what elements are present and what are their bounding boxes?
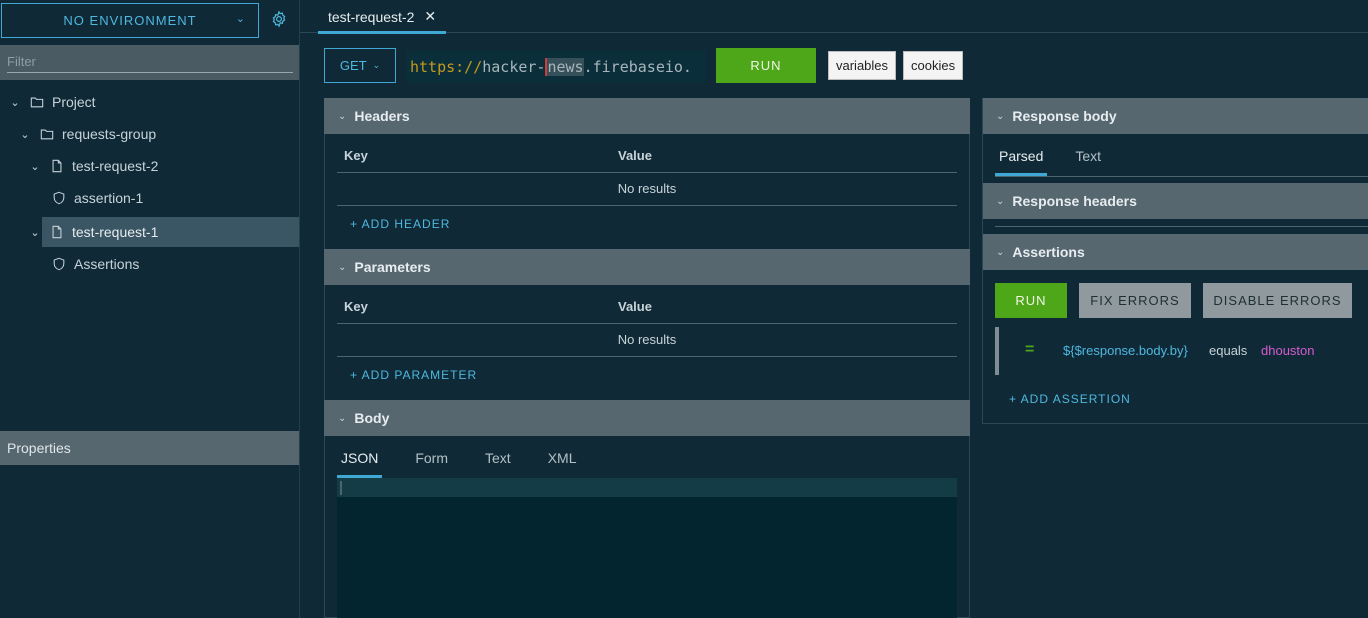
tab-parsed[interactable]: Parsed: [995, 148, 1048, 176]
tab-json[interactable]: JSON: [337, 450, 383, 478]
section-title: Assertions: [1012, 244, 1085, 260]
assertion-operator-symbol: =: [1025, 341, 1035, 358]
close-icon[interactable]: ✕: [424, 8, 436, 25]
file-icon: [52, 159, 62, 173]
shield-icon: [53, 257, 65, 271]
headers-empty-text: No results: [617, 181, 677, 196]
tab-label: test-request-2: [328, 8, 415, 25]
assertion-row[interactable]: = ${$response.body.by} equals dhouston: [995, 327, 1368, 375]
url-host-start: hacker-: [482, 58, 546, 76]
active-tab-indicator: [318, 31, 447, 34]
section-title: Headers: [354, 108, 410, 124]
add-parameter-button[interactable]: + ADD PARAMETER: [350, 368, 477, 382]
divider: [337, 205, 957, 206]
url-host-end: .firebaseio.: [583, 58, 692, 76]
method-label: GET: [339, 58, 367, 73]
parameters-empty-text: No results: [617, 332, 677, 347]
divider: [995, 176, 1368, 177]
response-tabs: Parsed Text: [995, 148, 1129, 176]
assertion-path[interactable]: ${$response.body.by}: [1063, 343, 1188, 358]
assertion-operator[interactable]: equals: [1209, 343, 1247, 358]
chevron-down-icon: ⌄: [996, 246, 1005, 258]
tab-form[interactable]: Form: [411, 450, 452, 478]
chevron-down-icon: ⌄: [996, 110, 1005, 122]
add-assertion-button[interactable]: + ADD ASSERTION: [1009, 392, 1131, 406]
headers-section-header[interactable]: ⌄ Headers: [324, 98, 970, 134]
tree-item-assertions[interactable]: Assertions: [0, 249, 299, 279]
fix-errors-button[interactable]: FIX ERRORS: [1079, 283, 1191, 318]
run-request-button[interactable]: RUN: [716, 48, 816, 83]
file-icon: [52, 225, 62, 239]
headers-key-column: Key: [344, 148, 368, 163]
gear-icon[interactable]: [270, 10, 288, 28]
section-title: Body: [354, 410, 390, 426]
chevron-down-icon[interactable]: ⌄: [28, 226, 42, 239]
sidebar: NO ENVIRONMENT ⌄ ⌄ Project ⌄ requests-gr…: [0, 0, 300, 618]
section-title: Response body: [1012, 108, 1117, 124]
properties-label: Properties: [7, 440, 71, 456]
parameters-section-header[interactable]: ⌄ Parameters: [324, 249, 970, 285]
tab-text[interactable]: Text: [481, 450, 515, 478]
chevron-down-icon: ⌄: [996, 195, 1005, 207]
url-protocol: https://: [410, 58, 483, 76]
divider: [995, 226, 1368, 227]
url-input[interactable]: https://hacker-news .firebaseio.: [406, 51, 706, 83]
tab-text[interactable]: Text: [1071, 148, 1105, 176]
chevron-down-icon[interactable]: ⌄: [28, 160, 42, 173]
editor-cursor: [340, 481, 342, 495]
folder-icon: [30, 97, 44, 108]
environment-select[interactable]: NO ENVIRONMENT ⌄: [1, 3, 259, 38]
parameters-value-column: Value: [618, 299, 652, 314]
assertions-header[interactable]: ⌄ Assertions: [983, 234, 1368, 270]
chevron-down-icon[interactable]: ⌄: [8, 96, 22, 109]
divider: [337, 323, 957, 324]
tree-item-label: test-request-1: [72, 224, 159, 240]
chevron-down-icon: ⌄: [372, 60, 381, 70]
headers-value-column: Value: [618, 148, 652, 163]
tree-item-test-request-2[interactable]: ⌄ test-request-2: [0, 151, 299, 181]
chevron-down-icon: ⌄: [338, 261, 347, 273]
folder-icon: [40, 129, 54, 140]
add-header-button[interactable]: + ADD HEADER: [350, 217, 450, 231]
disable-errors-button[interactable]: DISABLE ERRORS: [1203, 283, 1352, 318]
chevron-down-icon[interactable]: ⌄: [18, 128, 32, 141]
environment-label: NO ENVIRONMENT: [63, 13, 197, 28]
properties-header[interactable]: Properties: [0, 431, 299, 465]
tree-item-requests-group[interactable]: ⌄ requests-group: [0, 119, 299, 149]
tree-item-label: test-request-2: [72, 158, 159, 174]
shield-icon: [53, 191, 65, 205]
parameters-key-column: Key: [344, 299, 368, 314]
divider: [337, 356, 957, 357]
cookies-button[interactable]: cookies: [903, 51, 964, 80]
method-select[interactable]: GET ⌄: [324, 48, 396, 83]
chevron-down-icon: ⌄: [338, 412, 347, 424]
tree-item-label: Assertions: [74, 256, 140, 272]
body-editor[interactable]: [337, 478, 957, 618]
tree-item-project[interactable]: ⌄ Project: [0, 87, 299, 117]
body-section-header[interactable]: ⌄ Body: [324, 400, 970, 436]
section-title: Response headers: [1012, 193, 1137, 209]
response-headers-header[interactable]: ⌄ Response headers: [983, 183, 1368, 219]
tab-test-request-2[interactable]: test-request-2 ✕: [318, 0, 447, 34]
tab-xml[interactable]: XML: [544, 450, 581, 478]
filter-input[interactable]: [7, 51, 293, 73]
section-title: Parameters: [354, 259, 431, 275]
tree-item-label: requests-group: [62, 126, 157, 142]
run-assertions-button[interactable]: RUN: [995, 283, 1067, 318]
assertion-value[interactable]: dhouston: [1261, 343, 1315, 358]
variables-button[interactable]: variables: [828, 51, 897, 80]
tree-item-label: assertion-1: [74, 190, 144, 206]
chevron-down-icon: ⌄: [338, 110, 347, 122]
divider: [337, 172, 957, 173]
chevron-down-icon: ⌄: [235, 13, 246, 25]
url-selected-text: news: [545, 58, 584, 76]
tree-item-test-request-1[interactable]: ⌄ test-request-1: [0, 217, 299, 247]
tab-bar: test-request-2 ✕: [300, 0, 1368, 34]
body-tabs: JSON Form Text XML: [337, 450, 610, 478]
response-body-header[interactable]: ⌄ Response body: [983, 98, 1368, 134]
tree-item-assertion-1[interactable]: assertion-1: [0, 183, 299, 213]
tree-item-label: Project: [52, 94, 96, 110]
filter-bar: [0, 45, 299, 80]
editor-active-line: [337, 478, 957, 497]
